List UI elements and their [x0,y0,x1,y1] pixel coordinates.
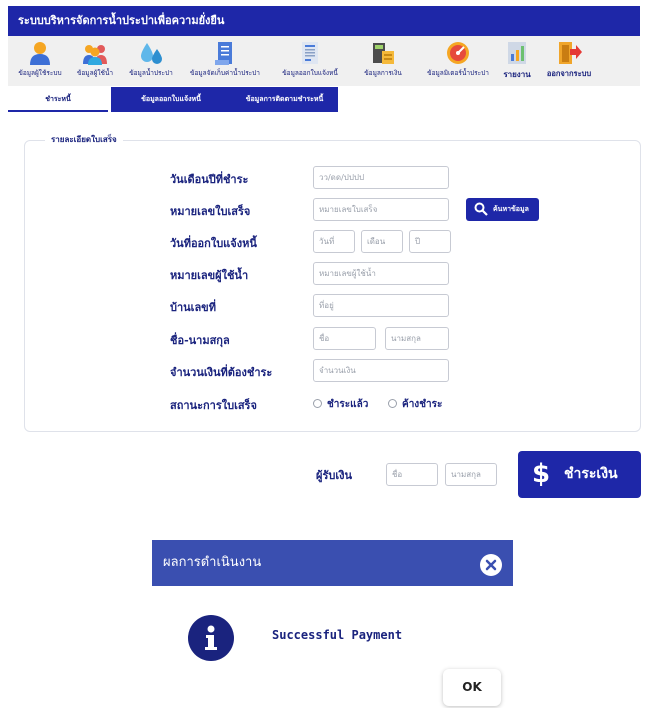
toolbar-item-water-billing[interactable]: ข้อมูลจัดเก็บค่าน้ำประปา [181,36,269,86]
info-icon [188,615,234,661]
user-no-label: หมายเลขผู้ใช้น้ำ [170,269,249,282]
receipt-no-label: หมายเลขใบเสร็จ [170,205,251,218]
dollar-icon: $ [532,459,551,489]
payer-lastname-input[interactable]: นามสกุล [445,463,497,486]
pay-button-label: ชำระเงิน [564,466,618,482]
fullname-label: ชื่อ-นามสกุล [170,334,230,347]
pay-button[interactable]: $ ชำระเงิน [518,451,641,498]
invoice-day-input[interactable]: วันที่ [313,230,355,253]
house-no-label: บ้านเลขที่ [170,301,216,314]
invoice-year-input[interactable]: ปี [409,230,451,253]
app-title: ระบบบริหารจัดการน้ำประปาเพื่อความยั่งยืน [8,6,640,36]
amount-input[interactable]: จำนวนเงิน [313,359,449,382]
toolbar-item-water-supply[interactable]: ข้อมูลน้ำประปา [123,36,179,86]
payer-label: ผู้รับเงิน [316,469,352,482]
search-icon [474,202,488,216]
lastname-input[interactable]: นามสกุล [385,327,449,350]
toolbar-item-finance[interactable]: ข้อมูลการเงิน [356,36,410,86]
search-button[interactable]: ค้นหาข้อมูล [466,198,539,221]
status-paid-radio[interactable]: ชำระแล้ว [313,397,368,412]
receipt-no-input[interactable]: หมายเลขใบเสร็จ [313,198,449,221]
water-drops-icon [141,43,162,64]
invoice-date-label: วันที่ออกใบแจ้งหนี้ [170,237,257,250]
toolbar-item-logout[interactable]: ออกจากระบบ [538,36,600,86]
tab-bar: ชำระหนี้ ข้อมูลออกใบแจ้งหนี้ ข้อมูลการติ… [8,87,640,112]
invoice-icon [302,42,318,64]
users-group-icon [83,45,107,65]
report-icon [508,42,526,64]
tab-pay-debt[interactable]: ชำระหนี้ [8,87,108,112]
payer-firstname-input[interactable]: ชื่อ [386,463,438,486]
tab-invoice-issue[interactable]: ข้อมูลออกใบแจ้งหนี้ [111,87,231,112]
payment-date-input[interactable]: วว/ดด/ปปปป [313,166,449,189]
meter-gauge-icon [447,42,469,64]
dialog-title: ผลการดำเนินงาน [152,540,513,586]
payment-date-label: วันเดือนปีที่ชำระ [170,173,249,186]
firstname-input[interactable]: ชื่อ [313,327,376,350]
amount-label: จำนวนเงินที่ต้องชำระ [170,366,273,379]
status-overdue-radio[interactable]: ค้างชำระ [388,397,442,412]
toolbar-item-water-users[interactable]: ข้อมูลผู้ใช้น้ำ [70,36,120,86]
tab-payment-tracking[interactable]: ข้อมูลการติดตามชำระหนี้ [231,87,338,112]
calculator-money-icon [373,43,394,64]
close-icon[interactable] [480,554,502,576]
radio-circle-icon [313,399,322,408]
radio-circle-icon [388,399,397,408]
document-icon [215,42,232,65]
toolbar-item-water-meter[interactable]: ข้อมูลมิเตอร์น้ำประปา [416,36,500,86]
receipt-details-title: รายละเอียดใบเสร็จ [45,133,123,146]
status-label: สถานะการใบเสร็จ [170,399,257,412]
ok-button[interactable]: OK [443,669,501,706]
main-toolbar: ข้อมูลผู้ใช้ระบบ ข้อมูลผู้ใช้น้ำ ข้อมูลน… [8,36,640,86]
logout-door-icon [559,42,582,64]
user-icon [30,42,50,65]
dialog-message: Successful Payment [272,628,403,642]
house-no-input[interactable]: ที่อยู่ [313,294,449,317]
user-no-input[interactable]: หมายเลขผู้ใช้น้ำ [313,262,449,285]
search-button-label: ค้นหาข้อมูล [493,205,529,213]
toolbar-item-invoice-issue[interactable]: ข้อมูลออกใบแจ้งหนี้ [274,36,346,86]
toolbar-item-reports[interactable]: รายงาน [498,36,536,86]
toolbar-item-system-users[interactable]: ข้อมูลผู้ใช้ระบบ [8,36,72,86]
invoice-month-input[interactable]: เดือน [361,230,403,253]
